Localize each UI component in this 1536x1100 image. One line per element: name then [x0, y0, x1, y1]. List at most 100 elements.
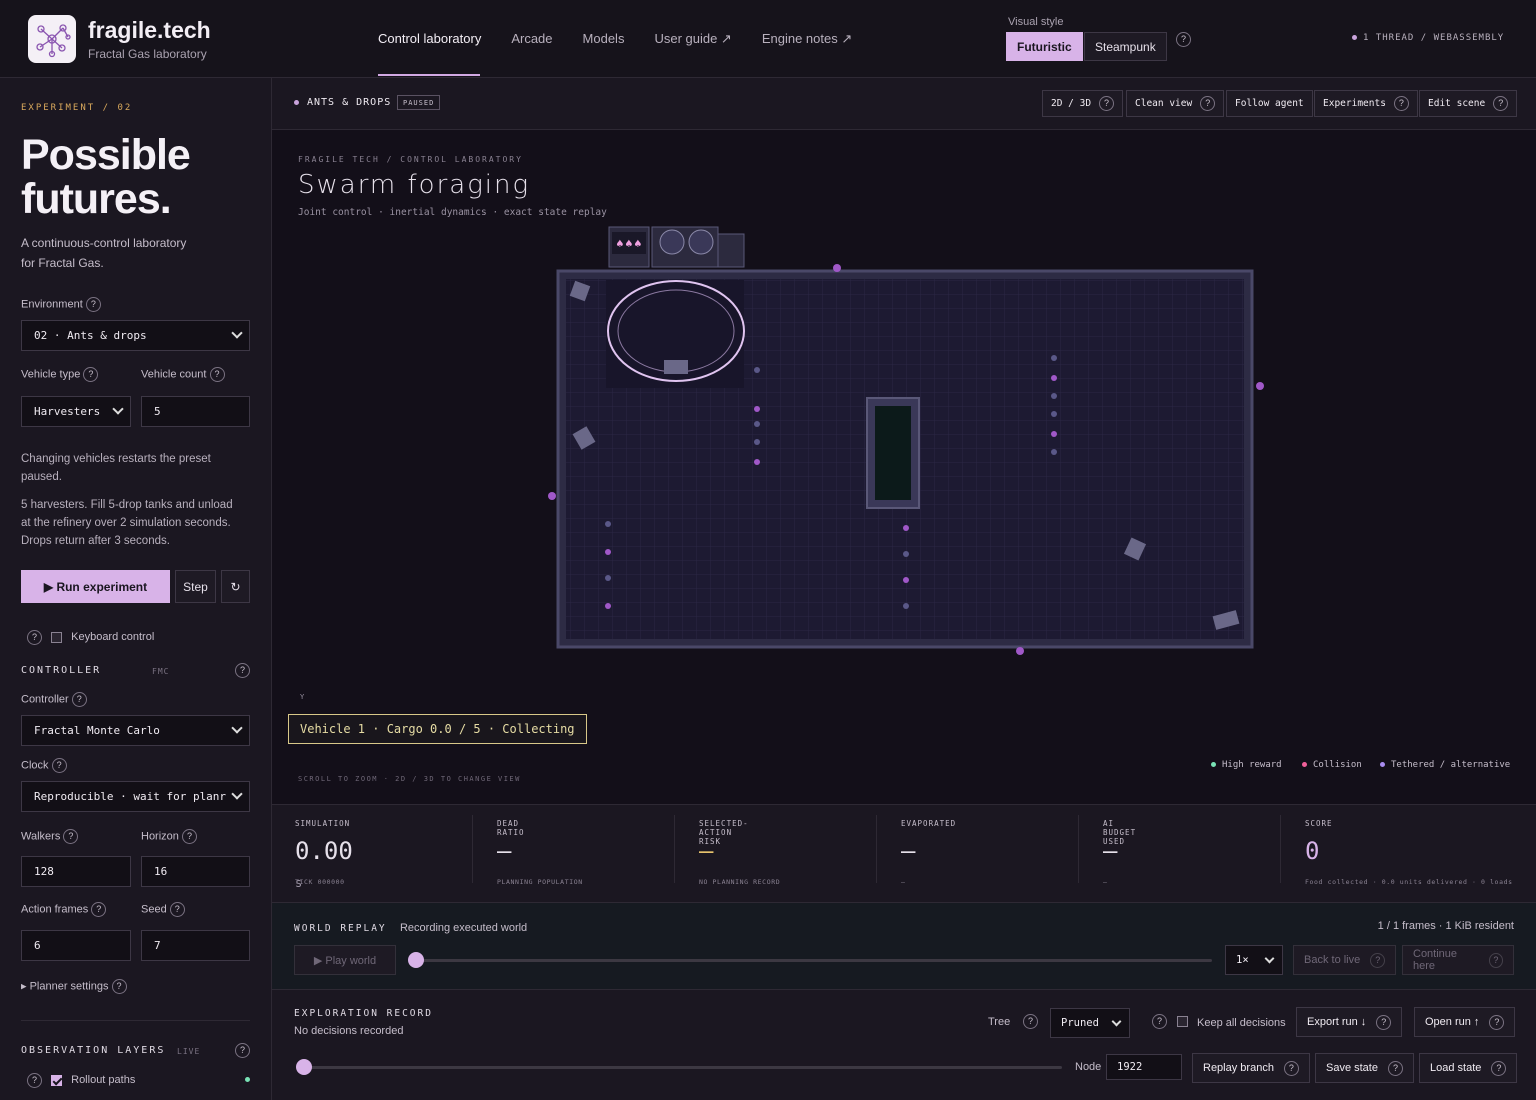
legend-dot: [1302, 762, 1307, 767]
help-icon[interactable]: ?: [27, 1073, 42, 1088]
style-steampunk-button[interactable]: Steampunk: [1084, 32, 1167, 61]
help-icon[interactable]: ?: [51, 758, 67, 773]
help-icon[interactable]: ?: [1488, 952, 1503, 968]
replay-branch-button[interactable]: Replay branch?: [1192, 1053, 1310, 1083]
help-icon[interactable]: ?: [1387, 1060, 1403, 1076]
status-dot: [1352, 35, 1357, 40]
help-icon[interactable]: ?: [83, 367, 99, 382]
chevron-down-icon: [1111, 1016, 1122, 1027]
help-icon[interactable]: ?: [1393, 96, 1409, 111]
brand-name[interactable]: fragile.tech: [88, 17, 211, 44]
load-state-button[interactable]: Load state?: [1419, 1053, 1518, 1083]
metric-sub: —: [1103, 878, 1108, 886]
planner-settings-label: ▸ Planner settings: [21, 980, 109, 993]
tree-mode-select[interactable]: Pruned: [1050, 1008, 1130, 1038]
toggle-2d-3d-button[interactable]: 2D / 3D?: [1042, 90, 1124, 117]
node-slider-handle[interactable]: [296, 1059, 312, 1075]
vehicle-type-select[interactable]: Harvesters: [21, 396, 131, 427]
help-icon[interactable]: ?: [235, 1043, 250, 1058]
restart-note-line: Changing vehicles restarts the preset: [21, 453, 211, 465]
help-icon[interactable]: ?: [1176, 32, 1191, 47]
reset-button[interactable]: ↻: [221, 570, 250, 603]
vehicle-count-input[interactable]: 5: [141, 396, 250, 427]
environment-select[interactable]: 02 · Ants & drops: [21, 320, 250, 351]
export-run-button[interactable]: Export run ↓?: [1296, 1007, 1403, 1037]
play-world-button[interactable]: ▶ Play world: [294, 945, 396, 975]
walkers-input[interactable]: 128: [21, 856, 131, 887]
help-icon[interactable]: ?: [1489, 1014, 1505, 1030]
legend-dot: [1211, 762, 1216, 767]
follow-agent-button[interactable]: Follow agent: [1226, 90, 1313, 117]
help-icon[interactable]: ?: [209, 367, 225, 382]
help-icon[interactable]: ?: [1152, 1014, 1167, 1029]
action-frames-input[interactable]: 6: [21, 930, 131, 961]
help-icon[interactable]: ?: [169, 902, 185, 917]
step-button[interactable]: Step: [175, 570, 216, 603]
visual-style-label: Visual style: [1008, 16, 1064, 28]
help-icon[interactable]: ?: [1099, 96, 1115, 111]
continue-here-button[interactable]: Continue here?: [1402, 945, 1514, 975]
help-icon[interactable]: ?: [1370, 952, 1386, 968]
nav-models[interactable]: Models: [583, 31, 625, 47]
legend-label: High reward: [1222, 760, 1282, 770]
help-icon[interactable]: ?: [63, 829, 79, 844]
help-icon[interactable]: ?: [91, 902, 107, 917]
help-icon[interactable]: ?: [111, 979, 127, 994]
horizon-input[interactable]: 16: [141, 856, 250, 887]
rollout-paths-label: Rollout paths: [71, 1074, 136, 1087]
run-experiment-button[interactable]: ▶ Run experiment: [21, 570, 170, 603]
tree-label-text: Tree: [988, 1016, 1011, 1028]
help-icon[interactable]: ?: [1283, 1060, 1299, 1076]
help-icon[interactable]: ?: [181, 829, 197, 844]
planner-settings-toggle[interactable]: ▸ Planner settings ?: [21, 979, 127, 994]
help-icon[interactable]: ?: [235, 663, 250, 678]
nav-engine-notes[interactable]: Engine notes ↗: [762, 31, 852, 47]
chevron-down-icon: [231, 327, 243, 339]
clock-select[interactable]: Reproducible · wait for planr: [21, 781, 250, 812]
open-run-button[interactable]: Open run ↑?: [1414, 1007, 1516, 1037]
simulation-stage[interactable]: FRAGILE TECH / CONTROL LABORATORY Swarm …: [272, 130, 1536, 805]
nav-arcade[interactable]: Arcade: [511, 31, 552, 47]
node-input[interactable]: 1922: [1106, 1054, 1182, 1080]
record-heading: EXPLORATION RECORD: [294, 1008, 433, 1019]
metric-value: —: [1103, 837, 1118, 865]
breadcrumb: FRAGILE TECH / CONTROL LABORATORY: [298, 155, 523, 164]
nav-control-laboratory[interactable]: Control laboratory: [378, 31, 481, 47]
help-icon[interactable]: ?: [1023, 1014, 1038, 1029]
controller-heading: CONTROLLER: [21, 665, 102, 676]
edit-scene-button[interactable]: Edit scene?: [1419, 90, 1518, 117]
logo[interactable]: [28, 15, 76, 63]
replay-speed-select[interactable]: 1×: [1225, 945, 1283, 975]
help-icon[interactable]: ?: [1376, 1014, 1392, 1030]
hero-lead: A continuous-control laboratory for Frac…: [21, 233, 186, 273]
help-icon[interactable]: ?: [71, 692, 87, 707]
node-slider-track[interactable]: [302, 1066, 1062, 1069]
view-hint: SCROLL TO ZOOM · 2D / 3D TO CHANGE VIEW: [298, 775, 521, 783]
controller-select[interactable]: Fractal Monte Carlo: [21, 715, 250, 746]
help-icon[interactable]: ?: [27, 630, 42, 645]
clock-value: Reproducible · wait for planr: [34, 790, 227, 803]
help-icon[interactable]: ?: [1491, 1060, 1507, 1076]
sidebar: EXPERIMENT / 02 Possible futures. A cont…: [0, 78, 272, 1100]
back-to-live-button[interactable]: Back to live?: [1293, 945, 1397, 975]
help-icon[interactable]: ?: [1493, 96, 1509, 111]
help-icon[interactable]: ?: [85, 297, 101, 312]
replay-slider-track[interactable]: [412, 959, 1212, 962]
save-state-button[interactable]: Save state?: [1315, 1053, 1414, 1083]
seed-input[interactable]: 7: [141, 930, 250, 961]
style-futuristic-button[interactable]: Futuristic: [1006, 32, 1083, 61]
experiments-button[interactable]: Experiments?: [1314, 90, 1418, 117]
simulation-arena[interactable]: ♠♠♠: [542, 210, 1272, 660]
keep-all-decisions-checkbox[interactable]: [1177, 1016, 1188, 1027]
keyboard-control-checkbox[interactable]: [51, 632, 63, 643]
vehicle-count-label: Vehicle count ?: [141, 367, 225, 382]
clean-view-button[interactable]: Clean view?: [1126, 90, 1225, 117]
nav-user-guide[interactable]: User guide ↗: [654, 31, 731, 47]
vehicle-type-value: Harvesters: [34, 405, 101, 418]
environment-name: ANTS & DROPS: [294, 97, 391, 108]
rollout-paths-checkbox[interactable]: [51, 1075, 63, 1086]
seed-label: Seed ?: [141, 902, 185, 917]
replay-slider-handle[interactable]: [408, 952, 424, 968]
help-icon[interactable]: ?: [1200, 96, 1216, 111]
thread-label: 1 THREAD / WEBASSEMBLY: [1363, 33, 1505, 43]
